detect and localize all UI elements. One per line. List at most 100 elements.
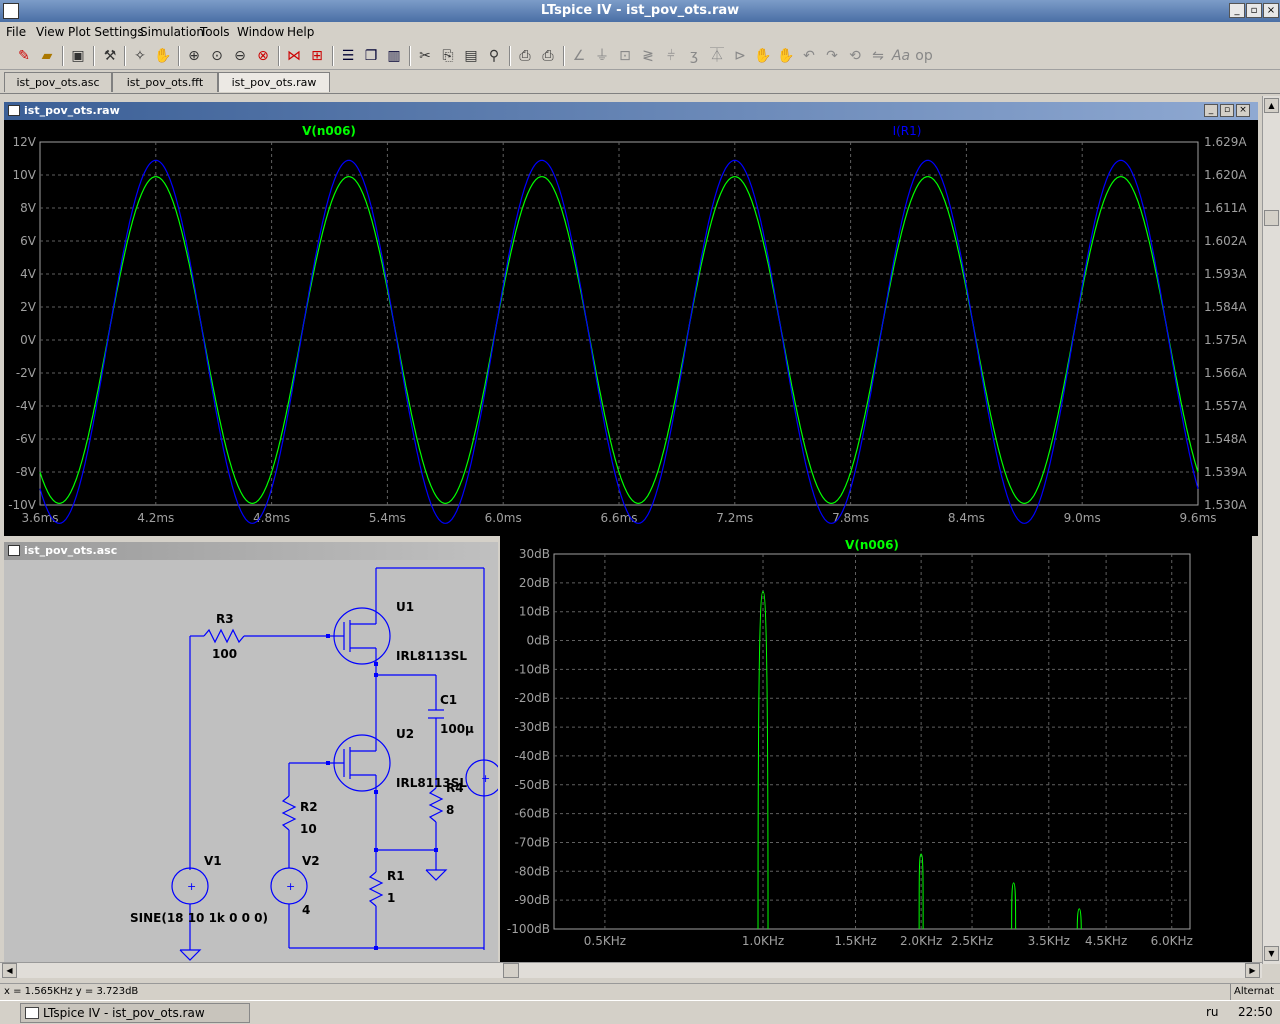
- v1-name: V1: [204, 854, 222, 868]
- fft-y-tick-label: -10dB: [515, 662, 550, 676]
- autorange-icon[interactable]: ⋈: [284, 46, 304, 66]
- document-tabs: ist_pov_ots.asc ist_pov_ots.fft ist_pov_…: [0, 70, 1280, 94]
- tile-vertical-icon[interactable]: ▥: [384, 46, 404, 66]
- r4-value: 8: [446, 803, 454, 817]
- x-tick-label: 7.8ms: [832, 511, 869, 525]
- spice-directive-icon[interactable]: op: [914, 46, 934, 66]
- fft-x-tick-label: 4.5KHz: [1085, 934, 1127, 948]
- zoom-in-icon[interactable]: ⊕: [184, 46, 204, 66]
- horizontal-scrollbar[interactable]: ◀ ▶: [0, 962, 1262, 978]
- svg-text:+: +: [286, 880, 295, 893]
- y-right-tick-label: 1.557A: [1204, 399, 1247, 413]
- y-right-tick-label: 1.539A: [1204, 465, 1247, 479]
- fft-y-tick-label: 10dB: [519, 605, 550, 619]
- tile-horizontal-icon[interactable]: ☰: [338, 46, 358, 66]
- inductor-icon[interactable]: ʒ: [684, 46, 704, 66]
- menu-simulation[interactable]: Simulation: [140, 25, 204, 39]
- ltspice-task-icon: [25, 1007, 39, 1019]
- component-icon[interactable]: ⊳: [730, 46, 750, 66]
- scroll-left-icon[interactable]: ◀: [2, 963, 17, 978]
- menu-help[interactable]: Help: [287, 25, 314, 39]
- fft-y-tick-label: -70dB: [515, 835, 550, 849]
- fft-x-tick-label: 0.5KHz: [584, 934, 626, 948]
- vertical-scroll-thumb[interactable]: [1264, 210, 1279, 226]
- y-right-tick-label: 1.593A: [1204, 267, 1247, 281]
- copy-icon[interactable]: ⎘: [438, 46, 458, 66]
- menu-view[interactable]: View: [36, 25, 64, 39]
- cut-icon[interactable]: ✂: [415, 46, 435, 66]
- scroll-down-icon[interactable]: ▼: [1264, 946, 1279, 961]
- svg-text:+: +: [187, 880, 196, 893]
- keyboard-layout[interactable]: ru: [1206, 1005, 1219, 1019]
- horizontal-scroll-thumb[interactable]: [503, 963, 519, 978]
- y-right-tick-label: 1.584A: [1204, 300, 1247, 314]
- tab-ist-pov-ots-fft[interactable]: ist_pov_ots.fft: [112, 72, 218, 92]
- scroll-up-icon[interactable]: ▲: [1264, 98, 1279, 113]
- x-tick-label: 3.6ms: [21, 511, 58, 525]
- new-schematic-icon[interactable]: ✎: [14, 46, 34, 66]
- ground-icon[interactable]: ⏚: [592, 46, 612, 66]
- menu-window[interactable]: Window: [237, 25, 284, 39]
- close-button[interactable]: ×: [1263, 3, 1279, 18]
- tab-ist-pov-ots-raw[interactable]: ist_pov_ots.raw: [218, 72, 330, 92]
- series-label-i-r1[interactable]: I(R1): [893, 124, 922, 138]
- fft-y-tick-label: -20dB: [515, 691, 550, 705]
- open-icon[interactable]: ▰: [37, 46, 57, 66]
- resistor-icon[interactable]: ≷: [638, 46, 658, 66]
- redo-icon[interactable]: ↷: [822, 46, 842, 66]
- fft-window: V(n006) 0.5KHz 1.0KHz 1.5KHz 2.0KHz 2.5KHz 3.…: [500, 536, 1252, 962]
- zoom-extents-icon[interactable]: ⊙: [207, 46, 227, 66]
- text-icon[interactable]: Aa: [891, 46, 911, 66]
- zoom-cancel-icon[interactable]: ⊗: [253, 46, 273, 66]
- save-icon[interactable]: ▣: [68, 46, 88, 66]
- diode-icon[interactable]: ⏄: [707, 46, 727, 66]
- schematic-canvas[interactable]: + + + R3 100 U1 IRL8113SL C1 100µ U2 IRL…: [4, 560, 498, 962]
- menu-tools[interactable]: Tools: [200, 25, 230, 39]
- fft-icon[interactable]: ⊞: [307, 46, 327, 66]
- transient-plot[interactable]: V(n006) I(R1) 3.6ms 4.2ms 4.8ms 5.4ms 6.0ms 6…: [4, 120, 1258, 536]
- rotate-icon[interactable]: ⟲: [845, 46, 865, 66]
- mirror-icon[interactable]: ⇋: [868, 46, 888, 66]
- label-icon[interactable]: ⊡: [615, 46, 635, 66]
- menu-file[interactable]: File: [6, 25, 26, 39]
- v2-name: V2: [302, 854, 320, 868]
- cascade-icon[interactable]: ❐: [361, 46, 381, 66]
- waveform-restore-button[interactable]: ▫: [1220, 104, 1234, 117]
- move-icon[interactable]: ✋: [753, 46, 773, 66]
- menubar: File View Plot Settings Simulation Tools…: [0, 22, 1280, 42]
- control-panel-icon[interactable]: ⚒: [100, 46, 120, 66]
- fft-x-tick-label: 1.5KHz: [834, 934, 876, 948]
- minimize-button[interactable]: _: [1229, 3, 1245, 18]
- waveform-close-button[interactable]: ×: [1236, 104, 1250, 117]
- tab-ist-pov-ots-asc[interactable]: ist_pov_ots.asc: [4, 72, 112, 92]
- taskbar-ltspice[interactable]: LTspice IV - ist_pov_ots.raw: [20, 1003, 250, 1023]
- paste-icon[interactable]: ▤: [461, 46, 481, 66]
- fft-title: V(n006): [845, 538, 899, 552]
- menu-plot-settings[interactable]: Plot Settings: [68, 25, 144, 39]
- fft-y-tick-label: -40dB: [515, 749, 550, 763]
- wire-icon[interactable]: ∠: [569, 46, 589, 66]
- y-left-tick-label: -4V: [16, 399, 37, 413]
- drag-icon[interactable]: ✋: [776, 46, 796, 66]
- vertical-scrollbar[interactable]: ▲ ▼: [1262, 96, 1280, 964]
- waveform-minimize-button[interactable]: _: [1204, 104, 1218, 117]
- find-icon[interactable]: ⚲: [484, 46, 504, 66]
- print-preview-icon[interactable]: ⎙: [515, 46, 535, 66]
- print-icon[interactable]: ⎙: [538, 46, 558, 66]
- series-label-v-n006[interactable]: V(n006): [302, 124, 356, 138]
- scroll-right-icon[interactable]: ▶: [1245, 963, 1260, 978]
- halt-icon[interactable]: ✋: [153, 46, 173, 66]
- schematic-doc-icon: [8, 545, 20, 556]
- r3-name: R3: [216, 612, 234, 626]
- capacitor-icon[interactable]: ⫩: [661, 46, 681, 66]
- zoom-out-icon[interactable]: ⊖: [230, 46, 250, 66]
- fft-x-tick-label: 2.0KHz: [900, 934, 942, 948]
- x-tick-label: 6.0ms: [485, 511, 522, 525]
- run-icon[interactable]: ✧: [130, 46, 150, 66]
- fft-y-tick-label: 30dB: [519, 547, 550, 561]
- undo-icon[interactable]: ↶: [799, 46, 819, 66]
- fft-plot[interactable]: V(n006) 0.5KHz 1.0KHz 1.5KHz 2.0KHz 2.5KHz 3.…: [500, 536, 1252, 962]
- window-title: LTspice IV - ist_pov_ots.raw: [540, 3, 740, 18]
- maximize-button[interactable]: ▫: [1246, 3, 1262, 18]
- x-tick-label: 5.4ms: [369, 511, 406, 525]
